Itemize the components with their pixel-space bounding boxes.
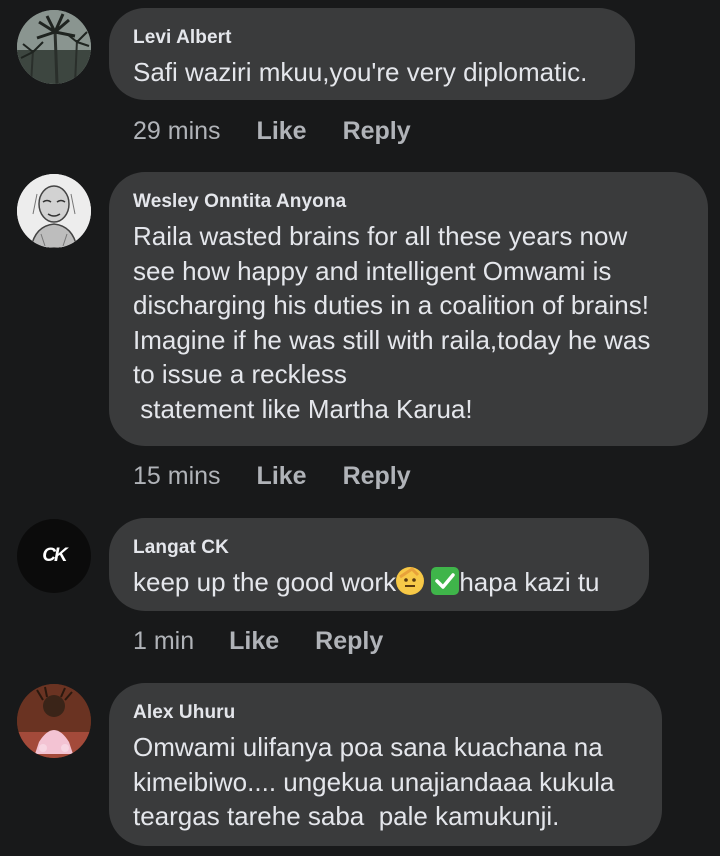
like-button[interactable]: Like — [229, 626, 279, 656]
saluting-face-emoji-icon — [396, 567, 425, 595]
comment-text: Raila wasted brains for all these years … — [133, 221, 651, 424]
comment-text: Safi waziri mkuu,you're very diplomatic. — [133, 57, 588, 87]
avatar-initials: CK — [42, 545, 67, 566]
comment-bubble: Alex Uhuru Omwami ulifanya poa sana kuac… — [109, 683, 662, 846]
avatar[interactable]: CK — [17, 519, 91, 593]
avatar[interactable] — [17, 684, 91, 758]
comment-timestamp[interactable]: 1 min — [133, 626, 194, 656]
comment-actions: 1 min Like Reply — [133, 626, 383, 656]
comment-text: keep up the good work hapa kazi tu — [133, 565, 625, 600]
comment-author[interactable]: Levi Albert — [133, 27, 611, 49]
comment-text-part: keep up the good work — [133, 567, 397, 597]
comment-bubble: Wesley Onntita Anyona Raila wasted brain… — [109, 172, 708, 446]
comment-actions: 15 mins Like Reply — [133, 461, 411, 491]
reply-button[interactable]: Reply — [343, 116, 411, 146]
comment-author[interactable]: Langat CK — [133, 537, 625, 559]
comment-actions: 29 mins Like Reply — [133, 116, 411, 146]
comment-bubble: Langat CK keep up the good work hapa kaz… — [109, 518, 649, 611]
like-button[interactable]: Like — [257, 116, 307, 146]
like-button[interactable]: Like — [257, 461, 307, 491]
comment-bubble: Levi Albert Safi waziri mkuu,you're very… — [109, 8, 635, 100]
comment-timestamp[interactable]: 29 mins — [133, 116, 221, 146]
check-mark-button-emoji-icon — [431, 567, 460, 595]
comment-author[interactable]: Wesley Onntita Anyona — [133, 191, 684, 213]
avatar[interactable] — [17, 10, 91, 84]
reply-button[interactable]: Reply — [343, 461, 411, 491]
comment-author[interactable]: Alex Uhuru — [133, 702, 638, 724]
comment-text: Omwami ulifanya poa sana kuachana na kim… — [133, 732, 615, 831]
comment-text-part: hapa kazi tu — [459, 567, 600, 597]
reply-button[interactable]: Reply — [315, 626, 383, 656]
avatar[interactable] — [17, 174, 91, 248]
comment-timestamp[interactable]: 15 mins — [133, 461, 221, 491]
